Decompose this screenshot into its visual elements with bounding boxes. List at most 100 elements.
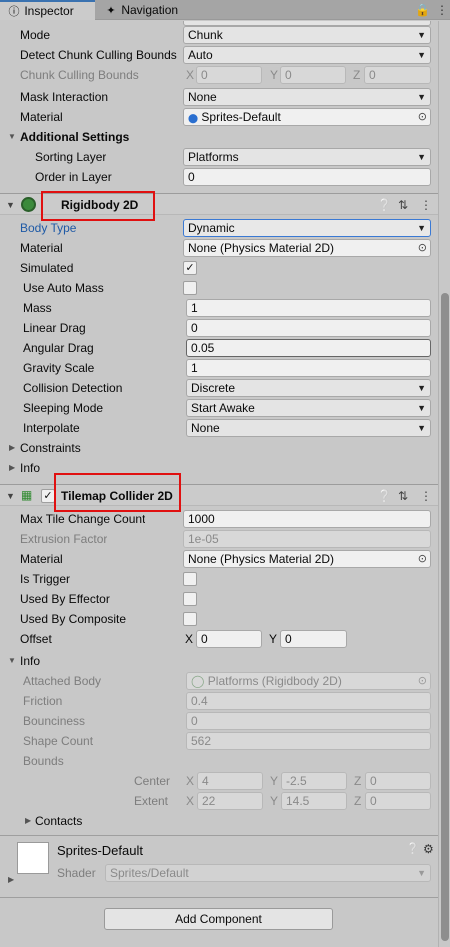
bounciness-row: Bounciness 0 [0, 711, 438, 731]
offset-y-field[interactable]: 0 [280, 630, 347, 648]
fold-open-icon[interactable]: ▼ [6, 485, 15, 507]
gear-icon[interactable]: ⚙ [423, 839, 434, 859]
mass-row: Mass 1 [0, 298, 438, 318]
y-axis-label: Y [270, 68, 279, 82]
simulated-checkbox[interactable]: ✓ [183, 261, 197, 275]
additional-settings-label: Additional Settings [20, 130, 130, 144]
mask-interaction-label: Mask Interaction [20, 90, 109, 104]
friction-field: 0.4 [186, 692, 431, 710]
gravity-scale-field[interactable]: 1 [186, 359, 431, 377]
interpolate-dropdown[interactable]: None ▼ [186, 419, 431, 437]
tc-info-row[interactable]: ▼ Info [0, 651, 438, 671]
simulated-row: Simulated ✓ [0, 258, 438, 278]
presets-icon[interactable]: ⇅ [398, 485, 408, 507]
help-icon[interactable]: ❔ [377, 194, 392, 216]
more-menu-icon[interactable]: ⋮ [436, 0, 448, 20]
body-type-value: Dynamic [188, 221, 235, 235]
used-by-composite-checkbox[interactable] [183, 612, 197, 626]
highlight-box-tilemap-collider [54, 473, 181, 512]
lock-icon[interactable]: 🔒 [415, 0, 430, 20]
additional-settings-row[interactable]: ▼ Additional Settings [0, 127, 438, 147]
collision-detection-row: Collision Detection Discrete ▼ [0, 378, 438, 398]
component-menu-icon[interactable]: ⋮ [420, 485, 432, 507]
mask-interaction-dropdown[interactable]: None ▼ [183, 88, 431, 106]
fold-closed-icon[interactable]: ▶ [8, 870, 14, 890]
chevron-down-icon: ▼ [417, 152, 426, 162]
body-type-dropdown[interactable]: Dynamic ▼ [183, 219, 431, 237]
add-component-button[interactable]: Add Component [104, 908, 333, 930]
order-in-layer-field[interactable]: 0 [183, 168, 431, 186]
culling-bounds-row: Chunk Culling Bounds X 0 Y 0 Z 0 [0, 65, 438, 85]
tc-info-label: Info [20, 654, 41, 668]
contacts-row[interactable]: ▶ Contacts [0, 811, 438, 831]
max-tile-change-field[interactable]: 1000 [183, 510, 431, 528]
x-axis-label: X [186, 794, 195, 808]
bounds-label: Bounds [23, 754, 64, 768]
tab-bar: ⓘ Inspector ✦ Navigation 🔒 ⋮ [0, 0, 450, 20]
tc-material-field[interactable]: None (Physics Material 2D) ⊙ [183, 550, 431, 568]
info-icon: ⓘ [8, 6, 20, 18]
mass-field[interactable]: 1 [186, 299, 431, 317]
collision-detection-dropdown[interactable]: Discrete ▼ [186, 379, 431, 397]
gravity-scale-label: Gravity Scale [23, 361, 95, 375]
detect-culling-dropdown[interactable]: Auto ▼ [183, 46, 431, 64]
help-icon[interactable]: ❔ [406, 839, 420, 859]
sorting-layer-dropdown[interactable]: Platforms ▼ [183, 148, 431, 166]
fold-closed-icon[interactable]: ▶ [25, 811, 31, 831]
sleeping-mode-row: Sleeping Mode Start Awake ▼ [0, 398, 438, 418]
shader-dropdown[interactable]: Sprites/Default ▼ [105, 864, 431, 882]
fold-open-icon[interactable]: ▼ [8, 651, 16, 671]
tab-navigation[interactable]: ✦ Navigation [97, 0, 207, 20]
simulated-label: Simulated [20, 261, 74, 275]
linear-drag-row: Linear Drag 0 [0, 318, 438, 338]
rb-material-value: None (Physics Material 2D) [188, 241, 335, 255]
is-trigger-checkbox[interactable] [183, 572, 197, 586]
sorting-layer-row: Sorting Layer Platforms ▼ [0, 147, 438, 167]
used-by-effector-checkbox[interactable] [183, 592, 197, 606]
object-picker-icon[interactable]: ⊙ [418, 551, 427, 567]
offset-x-field[interactable]: 0 [196, 630, 262, 648]
friction-row: Friction 0.4 [0, 691, 438, 711]
body-type-label: Body Type [20, 221, 77, 235]
scrollbar[interactable] [438, 21, 450, 947]
fold-closed-icon[interactable]: ▶ [9, 438, 15, 458]
tilemap-collider-enabled-checkbox[interactable]: ✓ [41, 489, 55, 503]
rb-material-row: Material None (Physics Material 2D) ⊙ [0, 238, 438, 258]
angular-drag-field[interactable]: 0.05 [186, 339, 431, 357]
attached-body-label: Attached Body [23, 674, 102, 688]
object-picker-icon[interactable]: ⊙ [418, 109, 427, 125]
fold-open-icon[interactable]: ▼ [6, 194, 15, 216]
material-preview-panel: ▶ Sprites-Default Shader Sprites/Default… [0, 836, 438, 888]
culling-bounds-label: Chunk Culling Bounds [20, 68, 139, 82]
gravity-scale-row: Gravity Scale 1 [0, 358, 438, 378]
presets-icon[interactable]: ⇅ [398, 194, 408, 216]
is-trigger-row: Is Trigger [0, 569, 438, 589]
chevron-down-icon: ▼ [417, 223, 426, 233]
tab-inspector[interactable]: ⓘ Inspector [0, 0, 95, 20]
angular-drag-row: Angular Drag 0.05 [0, 338, 438, 358]
fold-open-icon[interactable]: ▼ [8, 127, 16, 147]
collision-detection-value: Discrete [191, 381, 236, 395]
help-icon[interactable]: ❔ [377, 485, 392, 507]
linear-drag-field[interactable]: 0 [186, 319, 431, 337]
z-axis-label: Z [354, 774, 362, 788]
scrollbar-thumb[interactable] [441, 293, 449, 941]
x-axis-label[interactable]: X [185, 629, 193, 649]
attached-body-field: ◯ Platforms (Rigidbody 2D) ⊙ [186, 672, 431, 690]
sorting-layer-label: Sorting Layer [35, 150, 107, 164]
culling-bounds-y: 0 [280, 66, 346, 84]
constraints-row[interactable]: ▶ Constraints [0, 438, 438, 458]
component-menu-icon[interactable]: ⋮ [420, 194, 432, 216]
sleeping-mode-dropdown[interactable]: Start Awake ▼ [186, 399, 431, 417]
bounds-center-label: Center [134, 774, 171, 788]
fold-closed-icon[interactable]: ▶ [9, 458, 15, 478]
renderer-material-field[interactable]: ⬤ Sprites-Default ⊙ [183, 108, 431, 126]
use-auto-mass-checkbox[interactable] [183, 281, 197, 295]
y-axis-label: Y [270, 794, 279, 808]
shader-value: Sprites/Default [110, 866, 189, 880]
y-axis-label[interactable]: Y [269, 629, 277, 649]
rb-material-field[interactable]: None (Physics Material 2D) ⊙ [183, 239, 431, 257]
mode-dropdown[interactable]: Chunk ▼ [183, 26, 431, 44]
bounds-extent-y: 14.5 [281, 792, 347, 810]
object-picker-icon[interactable]: ⊙ [418, 240, 427, 256]
